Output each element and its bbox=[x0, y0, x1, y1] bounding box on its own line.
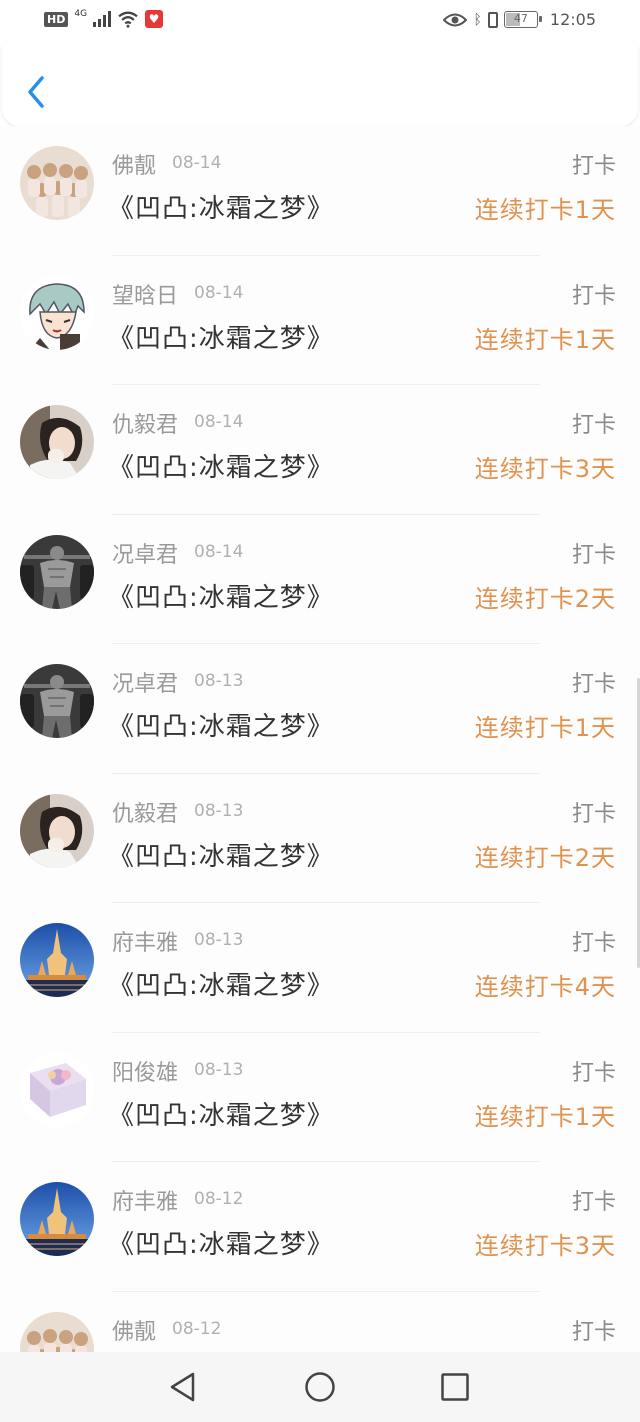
top-app-bar bbox=[2, 44, 638, 126]
streak-label: 连续打卡2天 bbox=[474, 843, 616, 872]
list-item[interactable]: 况卓君 08-14 《凹凸:冰霜之梦》 打卡连续打卡2天 bbox=[0, 515, 640, 644]
system-nav-bar bbox=[0, 1352, 640, 1422]
checkin-label: 打卡 bbox=[571, 672, 616, 697]
list-item[interactable]: 阳俊雄 08-13 《凹凸:冰霜之梦》 打卡连续打卡1天 bbox=[0, 1033, 640, 1162]
user-name[interactable]: 阳俊雄 bbox=[112, 1055, 178, 1087]
checkin-date: 08-13 bbox=[194, 671, 244, 691]
avatar[interactable] bbox=[20, 793, 94, 868]
checkin-date: 08-12 bbox=[194, 1189, 244, 1209]
streak-label: 连续打卡3天 bbox=[474, 455, 616, 483]
user-name[interactable]: 府丰雅 bbox=[112, 1184, 178, 1216]
list-item[interactable]: 仇毅君 08-14 《凹凸:冰霜之梦》 打卡连续打卡3天 bbox=[0, 385, 640, 515]
user-name[interactable]: 况卓君 bbox=[112, 537, 178, 569]
battery-level: 47 bbox=[513, 12, 528, 25]
network-type: 4G bbox=[74, 8, 88, 19]
user-name[interactable]: 望晗日 bbox=[112, 278, 178, 310]
list-item[interactable]: 望晗日 08-14 《凹凸:冰霜之梦》 打卡连续打卡1天 bbox=[0, 256, 640, 385]
book-title: 《凹凸:冰霜之梦》 bbox=[108, 582, 334, 613]
home-circle-icon[interactable] bbox=[303, 1370, 337, 1404]
user-name[interactable]: 况卓君 bbox=[112, 666, 178, 698]
book-title: 《凹凸:冰霜之梦》 bbox=[108, 971, 334, 1001]
list-item[interactable]: 况卓君 08-13 《凹凸:冰霜之梦》 打卡连续打卡1天 bbox=[0, 644, 640, 774]
avatar[interactable] bbox=[20, 1311, 94, 1352]
checkin-label: 打卡 bbox=[571, 1319, 616, 1345]
book-title: 《凹凸:冰霜之梦》 bbox=[108, 712, 334, 742]
checkin-label: 打卡 bbox=[571, 283, 616, 309]
streak-label: 连续打卡1天 bbox=[474, 325, 616, 354]
streak-label: 连续打卡2天 bbox=[474, 584, 616, 613]
book-title: 《凹凸:冰霜之梦》 bbox=[108, 323, 334, 354]
wifi-icon bbox=[118, 11, 138, 28]
eye-icon bbox=[443, 13, 468, 26]
chevron-left-icon[interactable] bbox=[22, 72, 52, 112]
streak-label: 连续打卡1天 bbox=[474, 1102, 616, 1131]
book-title: 《凹凸:冰霜之梦》 bbox=[108, 841, 334, 872]
avatar[interactable] bbox=[20, 1052, 94, 1127]
user-name[interactable]: 仇毅君 bbox=[112, 407, 178, 439]
recents-square-icon[interactable] bbox=[438, 1370, 472, 1404]
app-notification-icon: ♥ bbox=[145, 10, 164, 28]
checkin-label: 打卡 bbox=[571, 542, 616, 568]
book-title: 《凹凸:冰霜之梦》 bbox=[108, 453, 334, 483]
avatar[interactable] bbox=[20, 923, 94, 997]
list-item[interactable]: 府丰雅 08-13 《凹凸:冰霜之梦》 打卡连续打卡4天 bbox=[0, 903, 640, 1033]
avatar[interactable] bbox=[20, 275, 94, 350]
checkin-date: 08-12 bbox=[172, 1318, 222, 1339]
checkin-date: 08-14 bbox=[194, 282, 244, 303]
user-name[interactable]: 佛靓 bbox=[112, 148, 156, 180]
checkin-label: 打卡 bbox=[571, 1060, 616, 1086]
list-item[interactable]: 府丰雅 08-12 《凹凸:冰霜之梦》 打卡连续打卡3天 bbox=[0, 1162, 640, 1292]
streak-label: 连续打卡3天 bbox=[474, 1232, 616, 1260]
checkin-date: 08-13 bbox=[194, 930, 244, 950]
checkin-list[interactable]: 佛靓 08-14 《凹凸:冰霜之梦》 打卡 连续打卡1天 望晗日 08-14 《凹凸:冰霜之梦… bbox=[0, 126, 640, 1352]
checkin-label: 打卡 bbox=[571, 154, 616, 179]
list-item[interactable]: 佛靓 08-12 打卡 bbox=[0, 1292, 640, 1352]
list-item[interactable]: 佛靓 08-14 《凹凸:冰霜之梦》 打卡连续打卡1天 bbox=[0, 126, 640, 256]
user-name[interactable]: 府丰雅 bbox=[112, 925, 178, 957]
battery-icon: 47 bbox=[503, 11, 542, 28]
avatar[interactable] bbox=[20, 534, 94, 609]
checkin-label: 打卡 bbox=[571, 413, 616, 438]
checkin-label: 打卡 bbox=[571, 1190, 616, 1215]
signal-icon bbox=[93, 11, 112, 27]
list-item[interactable]: 仇毅君 08-13 《凹凸:冰霜之梦》 打卡连续打卡2天 bbox=[0, 774, 640, 903]
book-title: 《凹凸:冰霜之梦》 bbox=[108, 1230, 334, 1260]
vibrate-icon bbox=[487, 11, 498, 28]
checkin-label: 打卡 bbox=[571, 801, 616, 827]
checkin-date: 08-14 bbox=[194, 412, 244, 432]
streak-label: 连续打卡4天 bbox=[474, 973, 616, 1001]
status-bar: HD 4G ♥ ᛒ 47 12:05 bbox=[0, 0, 640, 44]
checkin-label: 打卡 bbox=[571, 931, 616, 956]
avatar[interactable] bbox=[20, 405, 94, 479]
streak-label: 连续打卡1天 bbox=[474, 714, 616, 742]
user-name[interactable]: 仇毅君 bbox=[112, 796, 178, 828]
clock: 12:05 bbox=[549, 10, 596, 29]
avatar[interactable] bbox=[20, 146, 94, 220]
checkin-date: 08-14 bbox=[172, 153, 222, 173]
user-name[interactable]: 佛靓 bbox=[112, 1314, 156, 1346]
avatar[interactable] bbox=[20, 1182, 94, 1256]
checkin-date: 08-13 bbox=[194, 1059, 244, 1080]
back-triangle-icon[interactable] bbox=[166, 1370, 200, 1404]
bluetooth-icon: ᛒ bbox=[473, 11, 482, 28]
avatar[interactable] bbox=[20, 664, 94, 738]
book-title: 《凹凸:冰霜之梦》 bbox=[108, 194, 334, 224]
checkin-date: 08-14 bbox=[194, 541, 244, 562]
streak-label: 连续打卡1天 bbox=[474, 196, 616, 224]
book-title: 《凹凸:冰霜之梦》 bbox=[108, 1100, 334, 1131]
hd-icon: HD bbox=[44, 11, 69, 27]
checkin-date: 08-13 bbox=[194, 800, 244, 821]
